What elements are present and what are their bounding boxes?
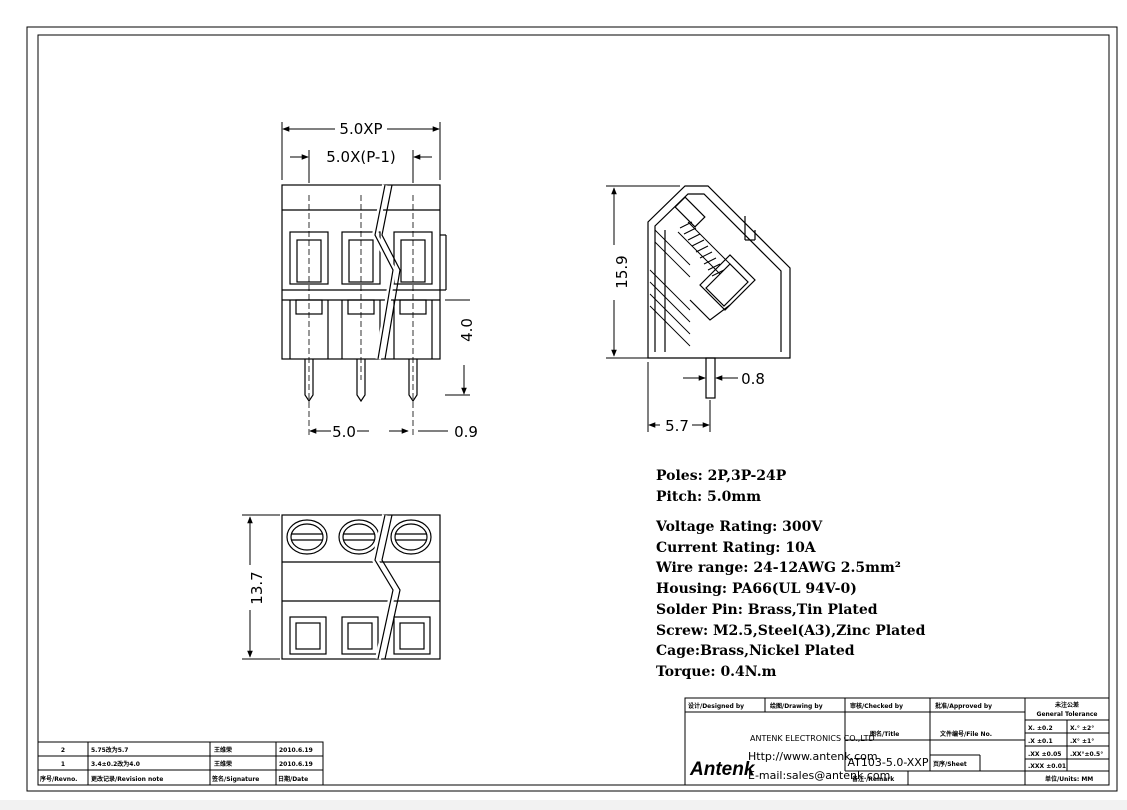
tolerance-linear-1: X. ±0.2 — [1028, 725, 1053, 732]
revision-2-date: 2010.6.19 — [279, 747, 313, 754]
spec-cage: Cage:Brass,Nickel Plated — [656, 643, 855, 659]
tolerance-linear-3: .XX ±0.05 — [1028, 751, 1061, 758]
spec-wire-range: Wire range: 24-12AWG 2.5mm² — [655, 560, 901, 576]
dim-height: 15.9 — [613, 255, 631, 288]
tolerance-title: 未注公差 — [1055, 701, 1079, 709]
tolerance-linear-4: .XXX ±0.01 — [1028, 763, 1066, 770]
revision-header-no: 序号/Revno. — [39, 775, 77, 783]
revision-1-no: 1 — [61, 761, 65, 768]
checked-by-label: 审核/Checked by — [850, 702, 903, 710]
designed-by-label: 设计/Designed by — [688, 702, 744, 710]
spec-pitch: Pitch: 5.0mm — [656, 489, 761, 505]
revision-header-sign: 签名/Signature — [211, 775, 259, 783]
spec-current: Current Rating: 10A — [656, 540, 817, 556]
spec-poles: Poles: 2P,3P-24P — [656, 468, 787, 484]
company-name: ANTENK ELECTRONICS CO.,LTD — [750, 734, 875, 743]
revision-1-note: 3.4±0.2改为4.0 — [91, 760, 140, 768]
sheet-label: 页序/Sheet — [933, 760, 967, 768]
dim-total-width: 5.0XP — [339, 120, 382, 138]
part-number: AT103-5.0-XXP — [848, 756, 929, 769]
spec-housing: Housing: PA66(UL 94V-0) — [656, 581, 857, 597]
remark-label: 备注 /Remark — [851, 775, 895, 783]
dim-pitch: 5.0 — [332, 423, 356, 441]
file-no-label: 文件编号/File No. — [939, 730, 992, 738]
approved-by-label: 批准/Approved by — [935, 702, 992, 710]
title-label: 图名/Title — [870, 730, 899, 738]
spec-voltage: Voltage Rating: 300V — [655, 519, 823, 535]
spec-solder-pin: Solder Pin: Brass,Tin Plated — [656, 602, 878, 618]
revision-2-sign: 王维荣 — [214, 746, 232, 754]
dim-pin-offset: 5.7 — [665, 417, 689, 435]
tolerance-angle-1: X.° ±2° — [1070, 725, 1094, 732]
revision-1-date: 2010.6.19 — [279, 761, 313, 768]
technical-drawing: 5.0XP 5.0X(P-1) 5.0 0.9 4.0 15.9 0.8 5.7… — [0, 0, 1127, 800]
dim-depth: 13.7 — [248, 571, 266, 604]
drawing-by-label: 绘图/Drawing by — [770, 702, 823, 710]
dim-pin-length: 4.0 — [458, 318, 476, 342]
spec-torque: Torque: 0.4N.m — [656, 664, 777, 680]
revision-2-note: 5.75改为5.7 — [91, 746, 128, 754]
dim-pin-width: 0.8 — [741, 370, 765, 388]
units-label: 单位/Units: MM — [1045, 775, 1093, 783]
tolerance-angle-3: .XX°±0.5° — [1070, 751, 1103, 758]
dim-pin-diameter: 0.9 — [454, 423, 478, 441]
tolerance-subtitle: General Tolerance — [1037, 711, 1098, 718]
revision-1-sign: 王维荣 — [214, 760, 232, 768]
revision-header-date: 日期/Date — [278, 775, 308, 783]
spec-screw: Screw: M2.5,Steel(A3),Zinc Plated — [656, 623, 926, 639]
tolerance-linear-2: .X ±0.1 — [1028, 738, 1053, 745]
tolerance-angle-2: .X° ±1° — [1070, 738, 1094, 745]
revision-2-no: 2 — [61, 747, 65, 754]
antenk-logo: Antenk — [689, 759, 756, 780]
dim-inner-width: 5.0X(P-1) — [326, 148, 396, 166]
revision-header-note: 更改记录/Revision note — [91, 775, 163, 783]
